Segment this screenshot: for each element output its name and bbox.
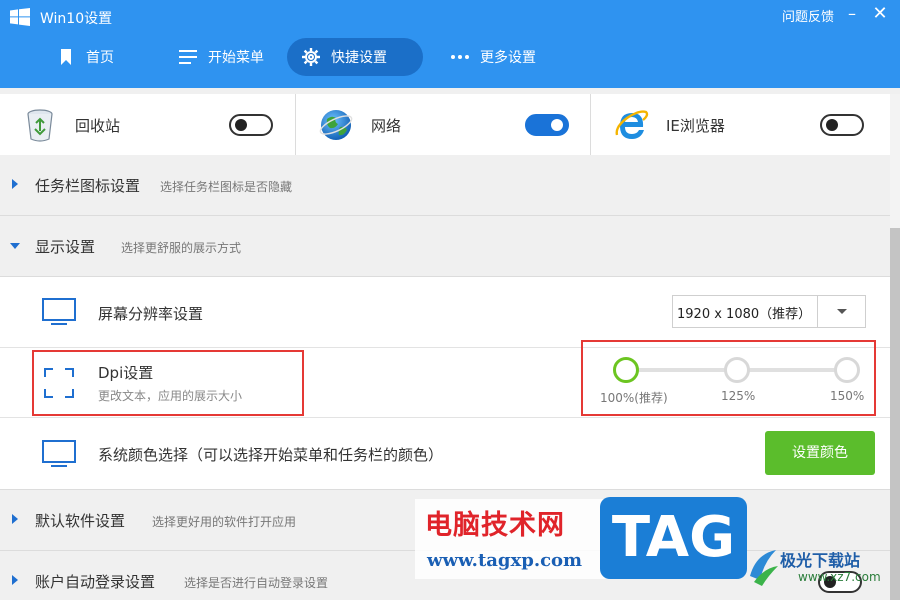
resolution-row: 屏幕分辨率设置 1920 x 1080（推荐） bbox=[0, 277, 890, 348]
tab-quick-settings-label: 快捷设置 bbox=[331, 50, 387, 66]
system-color-label: 系统颜色选择（可以选择开始菜单和任务栏的颜色） bbox=[98, 446, 444, 464]
resolution-dropdown-button[interactable] bbox=[817, 296, 865, 327]
auto-login-toggle[interactable] bbox=[818, 571, 862, 593]
resolution-value: 1920 x 1080（推荐） bbox=[677, 307, 812, 322]
tab-start-menu[interactable]: 开始菜单 bbox=[164, 38, 284, 76]
recycle-bin-label: 回收站 bbox=[75, 117, 121, 135]
section-display[interactable]: 显示设置 选择更舒服的展示方式 bbox=[0, 216, 890, 277]
close-button[interactable]: ✕ bbox=[870, 4, 890, 24]
ie-icon bbox=[615, 110, 649, 139]
tab-start-menu-label: 开始菜单 bbox=[208, 50, 264, 66]
minimize-button[interactable]: – bbox=[842, 4, 862, 24]
bookmark-icon bbox=[56, 47, 76, 67]
ie-browser-label: IE浏览器 bbox=[666, 117, 725, 135]
tab-home[interactable]: 首页 bbox=[42, 38, 152, 76]
expand-arrow-icon bbox=[12, 575, 18, 585]
expand-arrow-icon bbox=[12, 179, 18, 189]
section-desc: 选择是否进行自动登录设置 bbox=[184, 576, 329, 590]
header-bar: Win10设置 问题反馈 – ✕ 首页 开始菜单 快捷设置 更多设置 bbox=[0, 0, 900, 88]
title-bar: Win10设置 问题反馈 – ✕ bbox=[0, 0, 900, 34]
menu-lines-icon bbox=[178, 47, 198, 67]
recycle-bin-icon bbox=[27, 109, 53, 142]
network-label: 网络 bbox=[371, 117, 402, 135]
display-settings-panel: 屏幕分辨率设置 1920 x 1080（推荐） Dpi设置 更改文本，应用的展示… bbox=[0, 277, 890, 490]
toggle-knob bbox=[551, 119, 563, 131]
dpi-row: Dpi设置 更改文本，应用的展示大小 100%(推荐) 125% 150% bbox=[0, 340, 890, 418]
feedback-link[interactable]: 问题反馈 bbox=[782, 6, 834, 25]
scrollbar-thumb[interactable] bbox=[890, 228, 900, 600]
tab-quick-settings[interactable]: 快捷设置 bbox=[287, 38, 423, 76]
highlight-box-dpi-slider bbox=[581, 340, 876, 416]
main-nav: 首页 开始菜单 快捷设置 更多设置 bbox=[0, 38, 900, 76]
tab-more-settings[interactable]: 更多设置 bbox=[436, 38, 556, 76]
app-title: Win10设置 bbox=[40, 11, 113, 27]
globe-icon bbox=[319, 110, 353, 140]
ie-browser-cell: IE浏览器 bbox=[590, 94, 890, 156]
windows-logo-icon bbox=[10, 8, 30, 26]
expand-arrow-icon bbox=[12, 514, 18, 524]
tab-home-label: 首页 bbox=[86, 50, 114, 66]
section-title: 默认软件设置 bbox=[35, 512, 126, 530]
network-cell: 网络 bbox=[295, 94, 590, 156]
dots-icon bbox=[450, 47, 470, 67]
resolution-select[interactable]: 1920 x 1080（推荐） bbox=[672, 295, 866, 328]
resolution-label: 屏幕分辨率设置 bbox=[98, 305, 204, 323]
quick-toggles-row: 回收站 网络 IE浏览器 bbox=[0, 94, 890, 156]
monitor-icon bbox=[42, 298, 76, 325]
toggle-knob bbox=[235, 119, 247, 131]
section-title: 账户自动登录设置 bbox=[35, 573, 156, 591]
tab-more-settings-label: 更多设置 bbox=[480, 50, 536, 66]
section-title: 任务栏图标设置 bbox=[35, 177, 141, 195]
section-default-apps[interactable]: 默认软件设置 选择更好用的软件打开应用 bbox=[0, 490, 890, 551]
collapse-arrow-icon bbox=[10, 243, 20, 249]
ie-browser-toggle[interactable] bbox=[820, 114, 864, 136]
set-color-button[interactable]: 设置颜色 bbox=[765, 431, 875, 475]
toggle-knob bbox=[826, 119, 838, 131]
section-desc: 选择任务栏图标是否隐藏 bbox=[160, 180, 293, 194]
section-title: 显示设置 bbox=[35, 238, 96, 256]
network-toggle[interactable] bbox=[525, 114, 569, 136]
monitor-icon bbox=[42, 440, 76, 467]
section-taskbar-icons[interactable]: 任务栏图标设置 选择任务栏图标是否隐藏 bbox=[0, 155, 890, 216]
recycle-bin-cell: 回收站 bbox=[0, 94, 295, 156]
section-desc: 选择更好用的软件打开应用 bbox=[152, 515, 297, 529]
recycle-bin-toggle[interactable] bbox=[229, 114, 273, 136]
section-auto-login[interactable]: 账户自动登录设置 选择是否进行自动登录设置 bbox=[0, 551, 890, 600]
section-desc: 选择更舒服的展示方式 bbox=[121, 241, 242, 255]
toggle-knob bbox=[824, 576, 836, 588]
chevron-down-icon bbox=[837, 309, 847, 314]
highlight-box-dpi-label bbox=[32, 350, 304, 416]
gear-icon bbox=[301, 47, 321, 67]
system-color-row: 系统颜色选择（可以选择开始菜单和任务栏的颜色） 设置颜色 bbox=[0, 418, 890, 490]
